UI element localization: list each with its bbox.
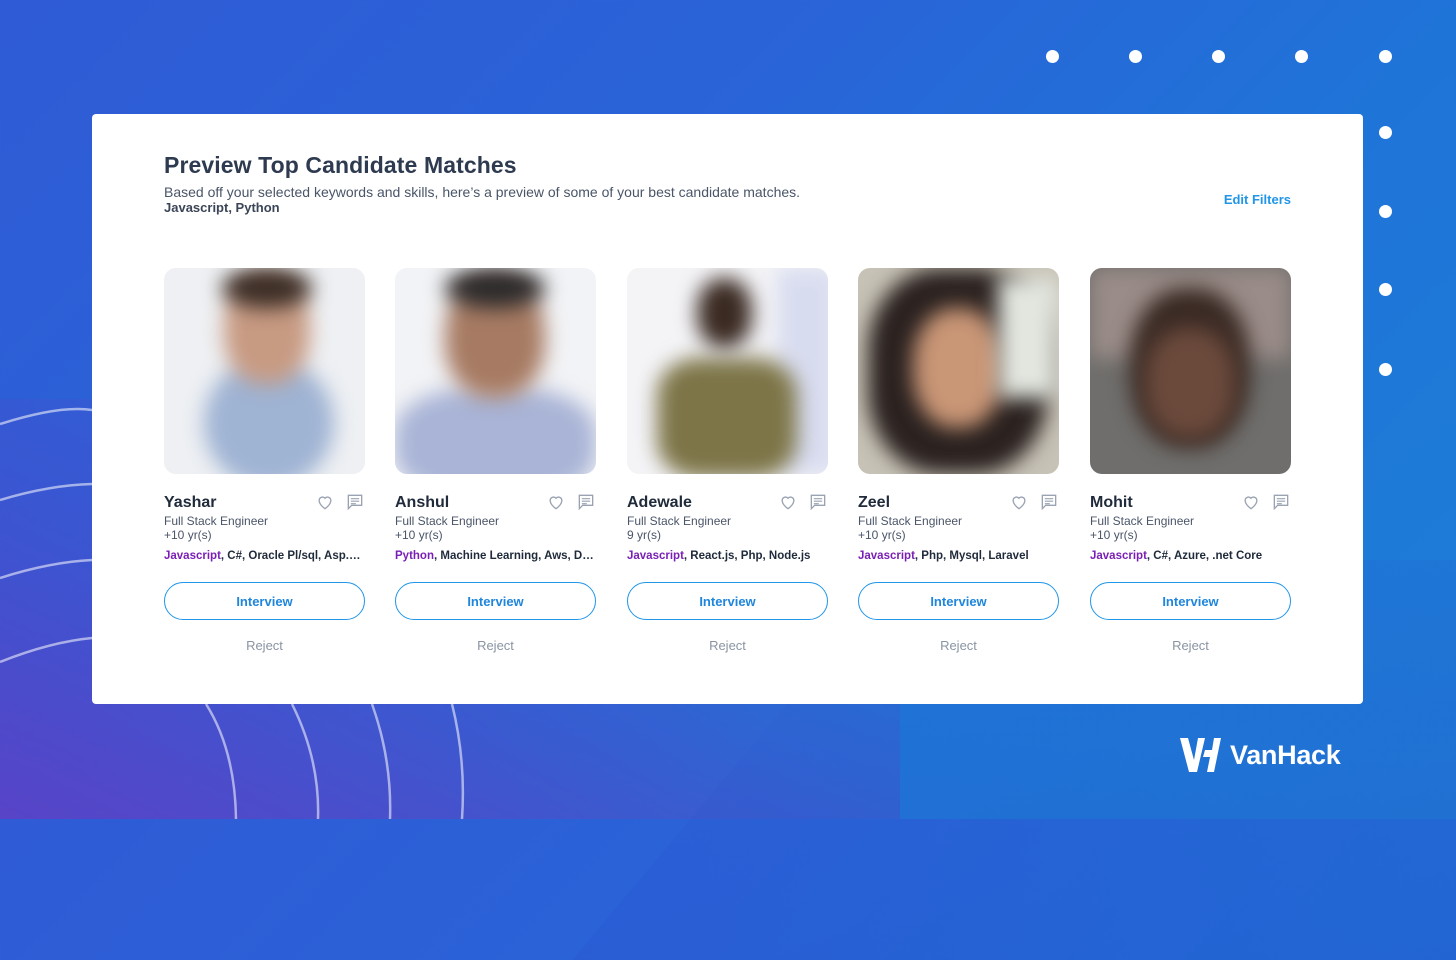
candidate-role: Full Stack Engineer [627, 514, 732, 528]
candidate-name: Yashar [164, 494, 217, 511]
page-subtitle: Based off your selected keywords and ski… [164, 184, 801, 200]
heart-icon[interactable] [1009, 492, 1029, 512]
interview-button[interactable]: Interview [395, 582, 596, 620]
candidate-photo [858, 268, 1059, 474]
page-title: Preview Top Candidate Matches [164, 152, 517, 178]
heart-icon[interactable] [546, 492, 566, 512]
candidate-matches-panel: Preview Top Candidate Matches Based off … [92, 114, 1363, 704]
heart-icon[interactable] [315, 492, 335, 512]
primary-skill: Javascript [164, 550, 221, 562]
candidate-role: Full Stack Engineer [858, 514, 963, 528]
primary-skill: Javascript [1090, 550, 1147, 562]
message-icon[interactable] [576, 492, 596, 512]
candidate-experience: +10 yr(s) [1090, 528, 1138, 542]
brand-name: VanHack [1230, 739, 1341, 770]
candidate-experience: +10 yr(s) [164, 528, 212, 542]
message-icon[interactable] [1271, 492, 1291, 512]
heart-icon[interactable] [1241, 492, 1261, 512]
candidate-card: Mohit Full Stack Engineer +10 yr(s) Java… [1090, 268, 1291, 653]
candidate-skills: Javascript, C#, Azure, .net Core [1090, 550, 1291, 562]
candidate-experience: +10 yr(s) [858, 528, 906, 542]
candidate-skills: Javascript, React.js, Php, Node.js [627, 550, 828, 562]
candidate-skills: Python, Machine Learning, Aws, Django [395, 550, 596, 562]
candidate-skills: Javascript, C#, Oracle Pl/sql, Asp.Net [164, 550, 365, 562]
selected-keywords: Javascript, Python [164, 200, 280, 215]
message-icon[interactable] [1039, 492, 1059, 512]
candidate-experience: 9 yr(s) [627, 528, 661, 542]
candidate-photo [1090, 268, 1291, 474]
vanhack-logo-icon [1180, 738, 1221, 772]
candidate-experience: +10 yr(s) [395, 528, 443, 542]
interview-button[interactable]: Interview [1090, 582, 1291, 620]
edit-filters-link[interactable]: Edit Filters [1224, 192, 1291, 207]
candidate-photo [627, 268, 828, 474]
candidate-role: Full Stack Engineer [164, 514, 269, 528]
candidate-photo [395, 268, 596, 474]
primary-skill: Javascript [858, 550, 915, 562]
candidate-photo [164, 268, 365, 474]
other-skills: , React.js, Php, Node.js [683, 550, 811, 562]
primary-skill: Python [395, 550, 434, 562]
other-skills: , C#, Oracle Pl/sql, Asp.Net [220, 550, 365, 562]
heart-icon[interactable] [778, 492, 798, 512]
message-icon[interactable] [808, 492, 828, 512]
reject-button[interactable]: Reject [627, 638, 828, 653]
candidate-role: Full Stack Engineer [1090, 514, 1195, 528]
other-skills: , Php, Mysql, Laravel [914, 550, 1029, 562]
candidate-card: Anshul Full Stack Engineer +10 yr(s) Pyt… [395, 268, 596, 653]
candidate-card: Zeel Full Stack Engineer +10 yr(s) Javas… [858, 268, 1059, 653]
candidate-name: Mohit [1090, 494, 1133, 511]
candidate-card: Yashar Full Stack Engineer +10 yr(s) Jav… [164, 268, 365, 653]
primary-skill: Javascript [627, 550, 684, 562]
candidate-name: Adewale [627, 494, 692, 511]
reject-button[interactable]: Reject [1090, 638, 1291, 653]
other-skills: , C#, Azure, .net Core [1146, 550, 1263, 562]
interview-button[interactable]: Interview [858, 582, 1059, 620]
reject-button[interactable]: Reject [858, 638, 1059, 653]
candidate-card: Adewale Full Stack Engineer 9 yr(s) Java… [627, 268, 828, 653]
interview-button[interactable]: Interview [164, 582, 365, 620]
message-icon[interactable] [345, 492, 365, 512]
candidate-name: Anshul [395, 494, 450, 511]
reject-button[interactable]: Reject [164, 638, 365, 653]
reject-button[interactable]: Reject [395, 638, 596, 653]
candidate-role: Full Stack Engineer [395, 514, 500, 528]
candidate-skills: Javascript, Php, Mysql, Laravel [858, 550, 1059, 562]
other-skills: , Machine Learning, Aws, Django [433, 550, 596, 562]
candidate-name: Zeel [858, 494, 891, 511]
vanhack-logo: VanHack [1178, 736, 1341, 774]
interview-button[interactable]: Interview [627, 582, 828, 620]
